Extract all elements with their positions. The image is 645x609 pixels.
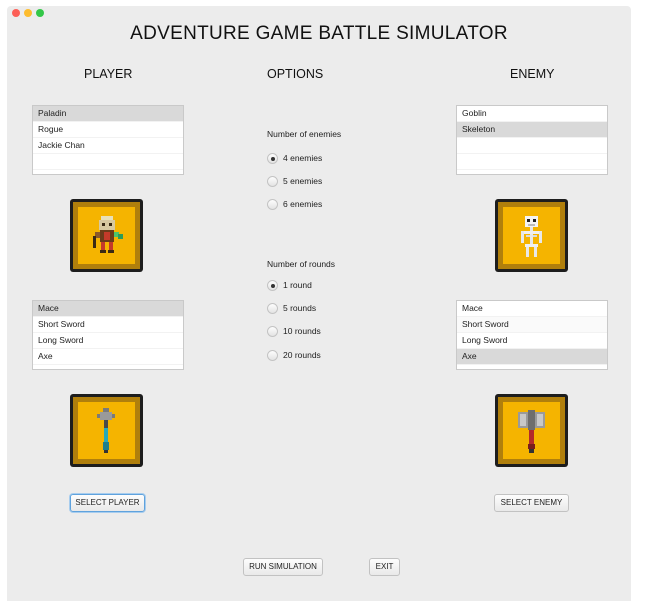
empty-list-row [457,138,607,154]
radio-label: 6 enemies [283,199,323,209]
page-title: ADVENTURE GAME BATTLE SIMULATOR [130,23,508,44]
close-window-button[interactable] [12,9,20,17]
list-item[interactable]: Long Sword [33,333,183,349]
list-item[interactable]: Short Sword [457,317,607,333]
radio-button[interactable] [267,326,278,337]
list-item[interactable]: Mace [33,301,183,317]
radio-button[interactable] [267,176,278,187]
player-portrait [70,199,143,272]
list-item[interactable]: Mace [457,301,607,317]
radio-label: 5 rounds [283,303,317,313]
list-item[interactable]: Short Sword [33,317,183,333]
list-item[interactable]: Paladin [33,106,183,122]
window-titlebar [7,6,631,20]
list-item[interactable]: Skeleton [457,122,607,138]
enemy-heading: ENEMY [510,67,555,81]
select-enemy-button[interactable]: SELECT ENEMY [494,494,569,512]
enemy-weapon-list[interactable]: Mace Short Sword Long Sword Axe [456,300,608,370]
radio-button-selected[interactable] [267,153,278,164]
list-item[interactable]: Jackie Chan [33,138,183,154]
enemy-weapon-portrait [495,394,568,467]
radio-button-selected[interactable] [267,280,278,291]
mace-sprite-icon [97,408,115,453]
radio-button[interactable] [267,350,278,361]
player-weapon-list[interactable]: Mace Short Sword Long Sword Axe [32,300,184,370]
enemy-portrait [495,199,568,272]
skeleton-sprite-icon [521,216,542,257]
radio-label: 4 enemies [283,153,323,163]
radio-label: 1 round [283,280,312,290]
radio-label: 20 rounds [283,350,321,360]
empty-list-row [33,154,183,170]
zoom-window-button[interactable] [36,9,44,17]
enemy-type-list[interactable]: Goblin Skeleton [456,105,608,175]
paladin-sprite-icon [93,216,123,253]
rounds-count-label: Number of rounds [267,259,336,269]
list-item[interactable]: Goblin [457,106,607,122]
player-heading: PLAYER [84,67,133,81]
exit-button[interactable]: EXIT [369,558,400,576]
list-item[interactable]: Axe [457,349,607,365]
app-window: ADVENTURE GAME BATTLE SIMULATOR PLAYER O… [7,6,631,601]
radio-label: 5 enemies [283,176,323,186]
player-weapon-portrait [70,394,143,467]
run-simulation-button[interactable]: RUN SIMULATION [243,558,323,576]
minimize-window-button[interactable] [24,9,32,17]
list-item[interactable]: Long Sword [457,333,607,349]
list-item[interactable]: Rogue [33,122,183,138]
list-item[interactable]: Axe [33,349,183,365]
select-player-button[interactable]: SELECT PLAYER [70,494,145,512]
empty-list-row [457,154,607,170]
enemies-count-label: Number of enemies [267,129,342,139]
options-heading: OPTIONS [267,67,324,81]
player-class-list[interactable]: Paladin Rogue Jackie Chan [32,105,184,175]
radio-button[interactable] [267,199,278,210]
axe-sprite-icon [518,410,545,453]
radio-button[interactable] [267,303,278,314]
radio-label: 10 rounds [283,326,321,336]
